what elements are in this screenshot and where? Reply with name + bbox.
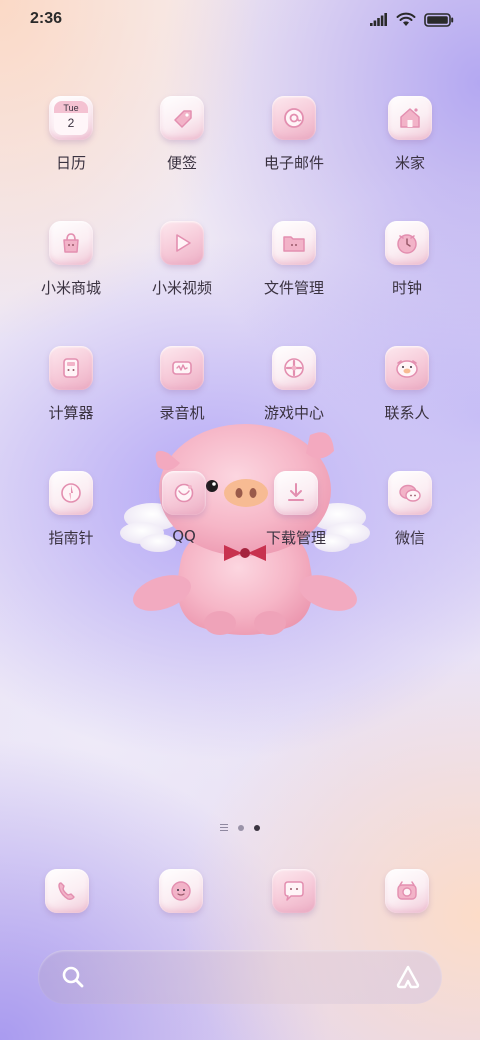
app-label: 微信	[394, 529, 425, 547]
page-dot	[238, 824, 244, 831]
messages-icon	[159, 869, 203, 913]
battery-icon	[424, 12, 454, 27]
calendar-day: 2	[67, 116, 75, 130]
app-label: QQ	[172, 527, 196, 545]
app-label: 时钟	[391, 279, 422, 297]
app-label: 电子邮件	[263, 154, 324, 172]
dock-messages[interactable]	[159, 869, 203, 913]
status-bar: 2:36	[0, 0, 480, 40]
play-icon	[160, 221, 204, 265]
notes-icon	[160, 96, 204, 140]
app-mi-home[interactable]: 米家	[355, 96, 465, 173]
page-indicator[interactable]	[0, 824, 480, 831]
app-file-manager[interactable]: 文件管理	[239, 221, 349, 298]
app-mi-store[interactable]: 小米商城	[16, 221, 126, 298]
app-wechat[interactable]: 微信	[355, 471, 465, 548]
app-clock[interactable]: 时钟	[352, 221, 462, 298]
app-label: 小米视频	[151, 279, 212, 297]
app-calculator[interactable]: 计算器	[16, 346, 126, 423]
app-calendar[interactable]: Tue 2 日历	[16, 96, 126, 173]
app-email[interactable]: 电子邮件	[239, 96, 349, 173]
app-game-center[interactable]: 游戏中心	[239, 346, 349, 423]
app-label: 下载管理	[265, 529, 326, 547]
wifi-icon	[396, 12, 416, 26]
compass-icon	[49, 471, 93, 515]
folder-icon	[272, 221, 316, 265]
app-label: 便签	[166, 154, 197, 172]
app-notes[interactable]: 便签	[127, 96, 237, 173]
search-icon	[62, 966, 84, 988]
app-label: 小米商城	[40, 279, 101, 297]
app-contacts[interactable]: 联系人	[352, 346, 462, 423]
app-qq[interactable]: QQ	[129, 471, 239, 545]
page-dot-active	[254, 824, 260, 831]
chat-bubble-icon	[272, 869, 316, 913]
calculator-icon	[49, 346, 93, 390]
dock-camera[interactable]	[385, 869, 429, 913]
app-label: 米家	[394, 154, 425, 172]
qq-icon	[162, 471, 206, 515]
app-label: 文件管理	[263, 279, 324, 297]
camera-icon	[385, 869, 429, 913]
home-icon	[388, 96, 432, 140]
dock-phone[interactable]	[45, 869, 89, 913]
status-icons	[370, 12, 454, 27]
app-label: 联系人	[384, 404, 430, 422]
calendar-icon: Tue 2	[49, 96, 93, 140]
wechat-icon	[388, 471, 432, 515]
download-icon	[274, 471, 318, 515]
app-mi-video[interactable]: 小米视频	[127, 221, 237, 298]
app-label: 日历	[55, 154, 86, 172]
app-compass[interactable]: 指南针	[16, 471, 126, 548]
app-recorder[interactable]: 录音机	[127, 346, 237, 423]
email-icon	[272, 96, 316, 140]
gamepad-icon	[272, 346, 316, 390]
status-time: 2:36	[30, 10, 63, 27]
contacts-icon	[385, 346, 429, 390]
assistant-icon[interactable]	[394, 964, 422, 990]
app-label: 计算器	[48, 404, 94, 422]
dock-chat[interactable]	[272, 869, 316, 913]
app-label: 录音机	[159, 404, 205, 422]
page-indicator-menu-icon	[220, 824, 228, 831]
recorder-icon	[160, 346, 204, 390]
search-bar[interactable]	[38, 950, 442, 1004]
calendar-weekday: Tue	[63, 103, 79, 113]
app-label: 指南针	[48, 529, 94, 547]
signal-icon	[370, 13, 387, 26]
shopping-bag-icon	[49, 221, 93, 265]
app-label: 游戏中心	[263, 404, 324, 422]
app-download-manager[interactable]: 下载管理	[241, 471, 351, 548]
clock-icon	[385, 221, 429, 265]
phone-icon	[45, 869, 89, 913]
